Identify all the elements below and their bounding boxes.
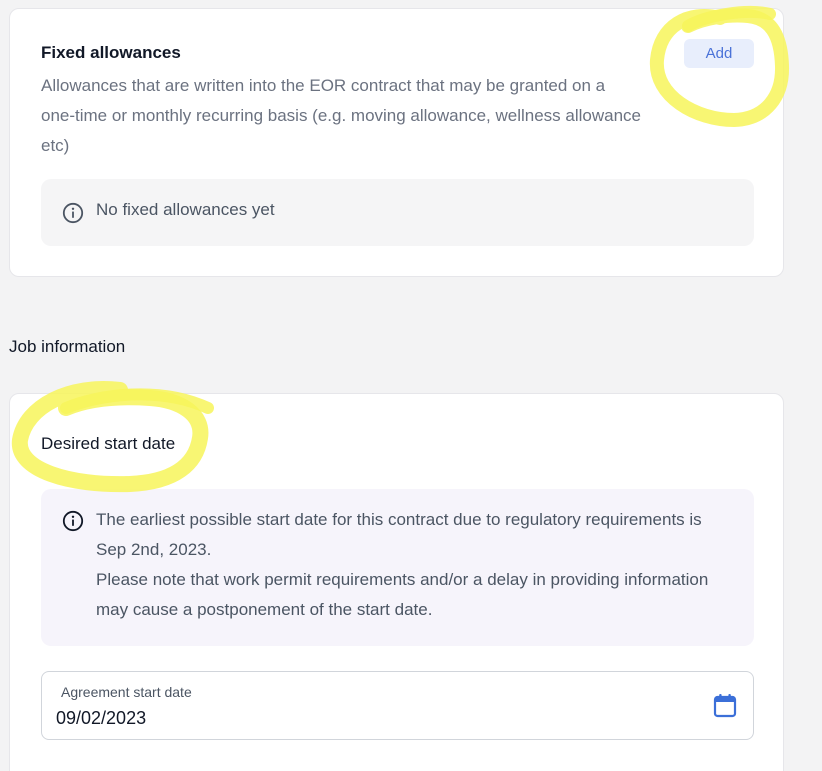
fixed-allowances-card: Fixed allowances Allowances that are wri… <box>9 8 784 277</box>
desired-start-date-card: Desired start date The earliest possible… <box>9 393 784 771</box>
no-allowances-text: No fixed allowances yet <box>96 200 275 219</box>
calendar-icon[interactable] <box>713 693 737 718</box>
agreement-start-date-label: Agreement start date <box>61 684 192 700</box>
fixed-allowances-title: Fixed allowances <box>41 43 181 62</box>
earliest-start-date-text: The earliest possible start date for thi… <box>96 510 702 559</box>
add-allowance-button[interactable]: Add <box>684 39 754 68</box>
start-date-notice: The earliest possible start date for thi… <box>41 489 754 646</box>
info-icon <box>62 510 84 532</box>
page: Fixed allowances Allowances that are wri… <box>0 0 822 771</box>
job-information-heading: Job information <box>9 337 126 356</box>
no-allowances-notice: No fixed allowances yet <box>41 179 754 246</box>
fixed-allowances-description: Allowances that are written into the EOR… <box>41 76 641 155</box>
desired-start-date-title: Desired start date <box>41 434 176 453</box>
info-icon <box>62 202 84 224</box>
agreement-start-date-field[interactable]: Agreement start date <box>41 671 754 740</box>
postponement-warning-text: Please note that work permit requirement… <box>96 570 709 619</box>
agreement-start-date-input[interactable] <box>56 705 656 731</box>
start-date-notice-text: The earliest possible start date for thi… <box>96 505 716 625</box>
